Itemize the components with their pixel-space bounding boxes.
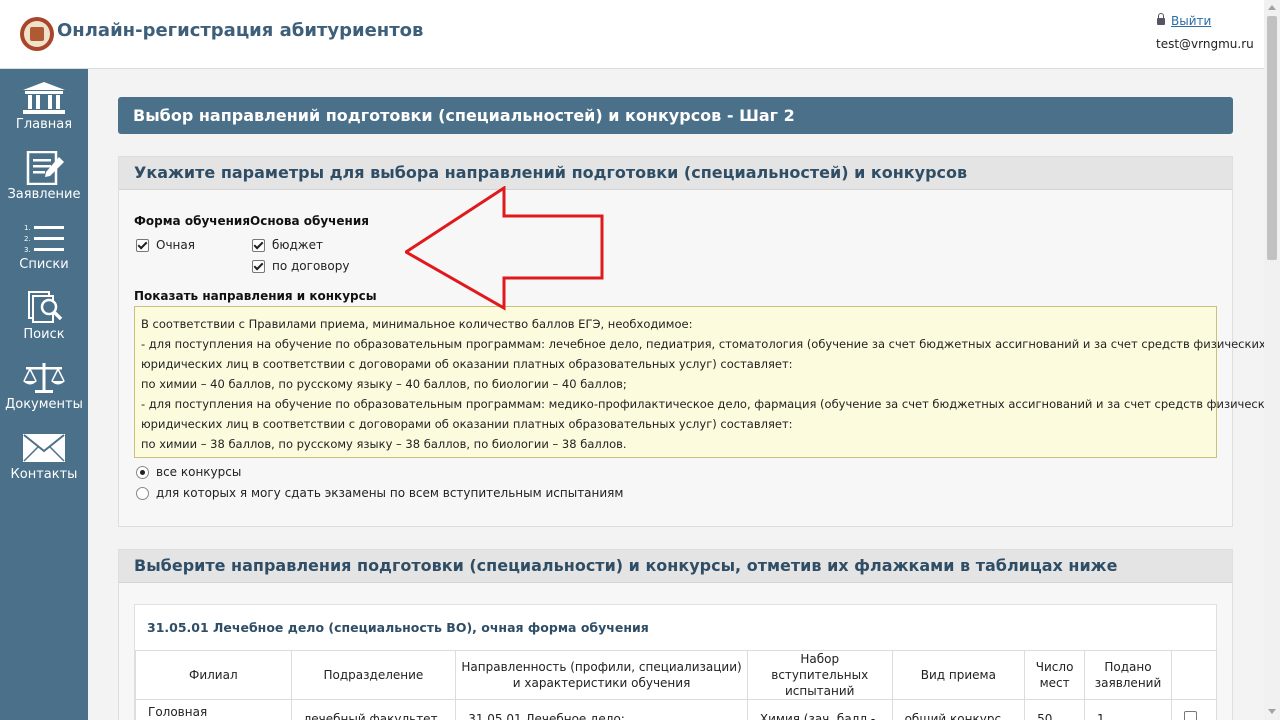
notice-line: по химии – 38 баллов, по русскому языку … <box>141 437 627 451</box>
notice-line: по химии – 40 баллов, по русскому языку … <box>141 377 627 391</box>
checkbox-label: Очная <box>156 238 195 252</box>
column-header: Набор вступительных испытаний <box>746 650 893 700</box>
svg-text:2.: 2. <box>24 235 31 243</box>
params-panel-title: Укажите параметры для выбора направлений… <box>119 157 1232 190</box>
cell-branch: Головная организация <box>135 699 292 720</box>
sidebar-item-label: Контакты <box>10 467 78 482</box>
radio-label: для которых я могу сдать экзамены по все… <box>156 486 624 500</box>
cell-admission-type: общий конкурс <box>891 699 1026 720</box>
column-header: Подано заявлений <box>1084 650 1172 700</box>
form-checkbox[interactable] <box>136 238 149 252</box>
column-header: Вид приема <box>891 650 1026 700</box>
svg-text:1.: 1. <box>24 224 31 232</box>
program-block: 31.05.01 Лечебное дело (специальность ВО… <box>134 604 1218 720</box>
scrollbar-thumb[interactable] <box>1267 16 1277 260</box>
cell-select <box>1170 699 1218 720</box>
form-option-full-time[interactable]: Очная <box>136 238 195 252</box>
top-header: Онлайн-регистрация абитуриентов Выйти te… <box>0 0 1264 69</box>
lock-icon <box>1157 13 1165 25</box>
selection-panel: Выберите направления подготовки (специал… <box>118 549 1233 720</box>
scales-icon <box>23 363 65 393</box>
basis-option-contract[interactable]: по договору <box>252 259 349 273</box>
university-logo-icon <box>20 17 54 51</box>
column-header: Филиал <box>135 650 292 700</box>
notice-line: - для поступления на обучение по образов… <box>141 337 1264 351</box>
sidebar: Главная Заявление 1. 2. 3. Списки Поиск … <box>0 69 88 720</box>
column-header: Подразделение <box>290 650 457 700</box>
cell-exams: Химия (зач. балл - <box>746 699 893 720</box>
sidebar-item-home[interactable]: Главная <box>0 81 88 132</box>
sidebar-item-search[interactable]: Поиск <box>0 291 88 342</box>
column-header-select <box>1170 650 1218 700</box>
row-select-checkbox[interactable] <box>1183 711 1197 720</box>
checkbox-label: бюджет <box>272 238 323 252</box>
scroll-up-icon[interactable] <box>1268 5 1276 10</box>
scroll-down-icon[interactable] <box>1268 709 1276 714</box>
notice-line: В соответствии с Правилами приема, миним… <box>141 317 693 331</box>
user-email: test@vrngmu.ru <box>1156 37 1254 51</box>
notice-line: - для поступления на обучение по образов… <box>141 397 1264 411</box>
table-header-row: Филиал Подразделение Направленность (про… <box>135 650 1218 700</box>
cell-places: 50 <box>1024 699 1086 720</box>
cell-profile: 31.05.01 Лечебное дело: <box>455 699 748 720</box>
competitions-table: Филиал Подразделение Направленность (про… <box>135 650 1218 720</box>
cell-department: лечебный факультет <box>290 699 457 720</box>
basis-checkbox[interactable] <box>252 238 265 252</box>
search-documents-icon <box>28 291 63 323</box>
basis-label: Основа обучения <box>250 214 369 228</box>
notice-line: юридических лиц в соответствии с договор… <box>141 357 793 371</box>
red-arrow-annotation <box>405 186 604 311</box>
numbered-list-icon: 1. 2. 3. <box>24 224 64 254</box>
sidebar-item-lists[interactable]: 1. 2. 3. Списки <box>0 221 88 272</box>
column-header: Направленность (профили, специализации) … <box>455 650 748 700</box>
scrollbar[interactable] <box>1264 0 1280 720</box>
radio-all-competitions[interactable]: все конкурсы <box>136 465 241 479</box>
ege-notice: В соответствии с Правилами приема, миним… <box>134 306 1264 458</box>
table-row: Головная организация лечебный факультет … <box>135 699 1218 720</box>
radio-label: все конкурсы <box>156 465 242 479</box>
checkbox-label: по договору <box>272 259 350 273</box>
basis-option-budget[interactable]: бюджет <box>252 238 323 252</box>
page-title: Выбор направлений подготовки (специально… <box>118 97 1233 134</box>
show-label: Показать направления и конкурсы <box>134 289 377 303</box>
main-content: Выбор направлений подготовки (специально… <box>88 69 1264 720</box>
document-edit-icon <box>26 151 64 185</box>
cell-applications: 1 <box>1084 699 1172 720</box>
form-label: Форма обучения <box>134 214 251 228</box>
logout-link[interactable]: Выйти <box>1171 14 1211 28</box>
sidebar-item-label: Списки <box>19 257 69 272</box>
params-panel: Укажите параметры для выбора направлений… <box>118 156 1264 527</box>
selection-panel-title: Выберите направления подготовки (специал… <box>119 550 1232 583</box>
sidebar-item-label: Поиск <box>23 327 65 342</box>
logout-area: Выйти <box>1157 13 1211 28</box>
envelope-icon <box>23 434 65 462</box>
notice-line: юридических лиц в соответствии с договор… <box>141 417 793 431</box>
svg-text:3.: 3. <box>24 246 31 254</box>
building-icon <box>23 82 65 114</box>
sidebar-item-documents[interactable]: Документы <box>0 361 88 412</box>
column-header: Число мест <box>1024 650 1086 700</box>
radio-button[interactable] <box>136 486 149 500</box>
sidebar-item-label: Заявление <box>7 187 81 202</box>
sidebar-item-label: Главная <box>15 117 73 132</box>
basis-checkbox[interactable] <box>252 259 265 273</box>
sidebar-item-contacts[interactable]: Контакты <box>0 431 88 482</box>
radio-button[interactable] <box>136 465 149 479</box>
sidebar-item-application[interactable]: Заявление <box>0 151 88 202</box>
radio-eligible-competitions[interactable]: для которых я могу сдать экзамены по все… <box>136 486 623 500</box>
site-title: Онлайн-регистрация абитуриентов <box>57 20 424 41</box>
sidebar-item-label: Документы <box>5 397 83 412</box>
program-title: 31.05.01 Лечебное дело (специальность ВО… <box>147 620 649 635</box>
